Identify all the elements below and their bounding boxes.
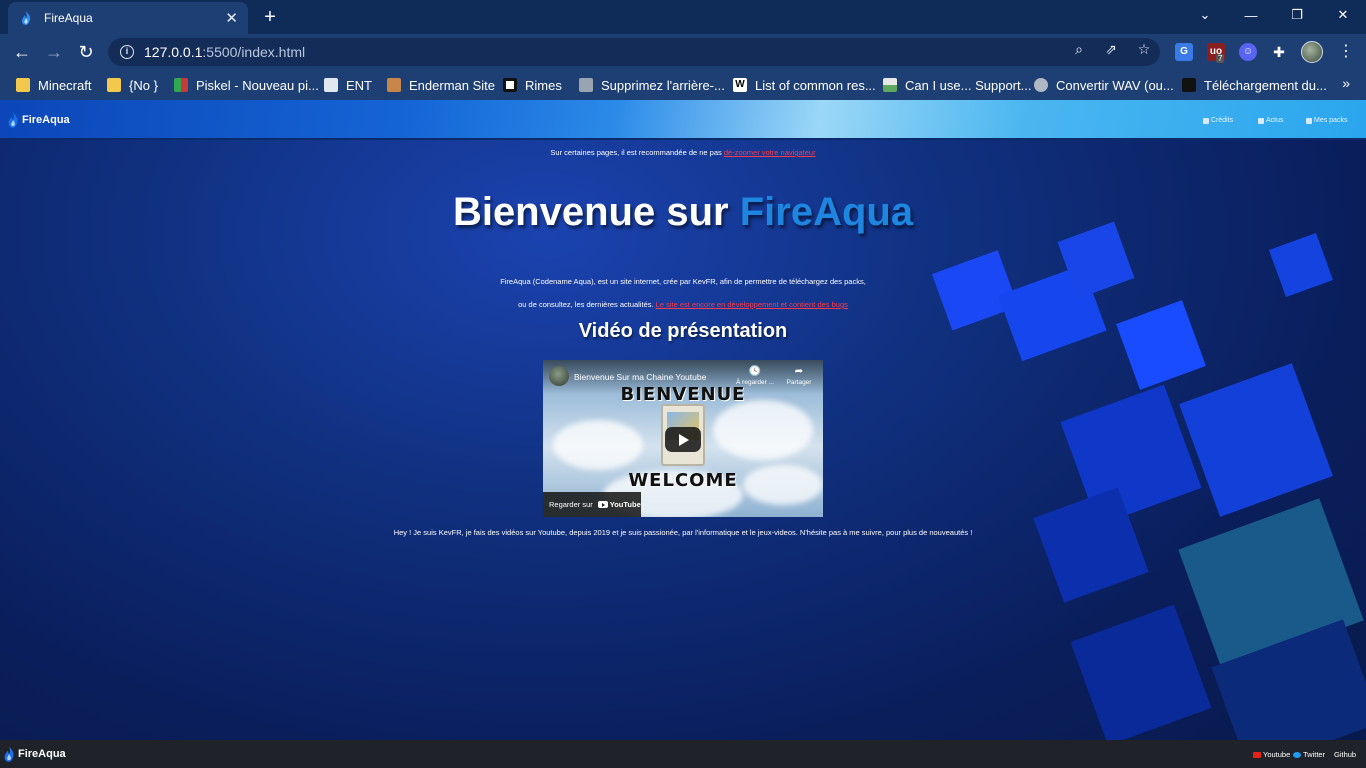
browser-tab[interactable]: FireAqua ✕ — [8, 2, 248, 34]
back-arrow-icon[interactable]: ← — [10, 41, 34, 63]
credits-icon — [1203, 117, 1209, 124]
folder-icon — [16, 78, 30, 92]
twitter-icon — [1293, 751, 1301, 758]
reload-icon[interactable]: ↻ — [74, 41, 98, 63]
forward-arrow-icon[interactable]: → — [42, 41, 66, 63]
clock-icon: 🕓 — [748, 366, 762, 377]
share-video-button[interactable]: ➦ Partager — [777, 366, 821, 386]
restore-button[interactable]: ❐ — [1274, 0, 1320, 30]
piskel-icon — [174, 78, 188, 92]
minimize-button[interactable]: — — [1228, 0, 1274, 30]
youtube-logo: YouTube — [597, 500, 641, 509]
tab-search-icon[interactable]: ⌄ — [1182, 0, 1228, 30]
play-button-icon[interactable] — [665, 427, 701, 452]
news-icon — [1258, 117, 1264, 124]
description-line-1: FireAqua (Codename Aqua), est un site in… — [500, 277, 866, 286]
bookmark-item[interactable]: Téléchargement du... — [1182, 76, 1327, 94]
channel-avatar[interactable] — [549, 366, 569, 386]
welcome-brand: FireAqua — [739, 190, 914, 234]
bookmark-item[interactable]: W List of common res... — [733, 76, 876, 94]
profile-avatar[interactable] — [1301, 41, 1323, 63]
bookmark-item[interactable]: Enderman Site — [387, 76, 495, 94]
convert-icon — [1034, 78, 1048, 92]
tab-title: FireAqua — [44, 11, 93, 25]
wikipedia-icon: W — [733, 78, 747, 92]
bookmark-item[interactable]: Minecraft — [16, 76, 91, 94]
bookmark-item[interactable]: Rimes — [503, 76, 562, 94]
nav-actus[interactable]: Actus — [1258, 117, 1284, 124]
footer-logo-text: FireAqua — [18, 748, 66, 760]
translate-extension-icon[interactable]: G — [1175, 43, 1193, 61]
site-info-icon[interactable]: i — [120, 45, 134, 59]
window-close-button[interactable]: ✕ — [1320, 0, 1366, 30]
footer-github-link[interactable]: Github — [1334, 750, 1356, 759]
tab-close-icon[interactable]: ✕ — [225, 9, 238, 27]
folder-icon — [107, 78, 121, 92]
youtube-play-icon — [597, 501, 608, 508]
ent-icon — [324, 78, 338, 92]
site-logo-text: FireAqua — [22, 114, 70, 126]
nav-credits[interactable]: Crédits — [1203, 117, 1233, 124]
new-tab-button[interactable]: + — [258, 5, 282, 29]
ublock-badge: 7 — [1216, 54, 1225, 63]
download-icon — [1182, 78, 1196, 92]
fireaqua-favicon-icon — [21, 11, 31, 25]
video-text-welcome: WELCOME — [628, 470, 738, 491]
footer-logo[interactable]: FireAqua — [2, 745, 66, 763]
video-channel-title[interactable]: Bienvenue Sur ma Chaine Youtube — [574, 372, 706, 382]
bookmarks-bar: Minecraft {No } Piskel - Nouveau pi... E… — [0, 70, 1366, 100]
watch-later-button[interactable]: 🕓 À regarder ... — [733, 366, 777, 386]
bookmark-item[interactable]: Piskel - Nouveau pi... — [174, 76, 319, 94]
discord-extension-icon[interactable]: ☺ — [1239, 43, 1257, 61]
flame-logo-icon — [8, 112, 18, 128]
video-section-title: Vidéo de présentation — [578, 320, 788, 342]
bookmarks-overflow-icon[interactable]: » — [1342, 75, 1350, 91]
dev-warning-link[interactable]: Le site est encore en développement et c… — [656, 300, 848, 309]
address-bar[interactable]: i 127.0.0.1:5500/index.html — [108, 38, 1160, 66]
zoom-icon[interactable]: ⌕ — [1070, 40, 1088, 58]
youtube-video-embed[interactable]: BIENVENUE WELCOME Bienvenue Sur ma Chain… — [543, 360, 823, 517]
footer-youtube-link[interactable]: Youtube — [1253, 750, 1290, 759]
browser-toolbar: ← → ↻ i 127.0.0.1:5500/index.html ⌕ ⇗ ☆ … — [0, 34, 1366, 70]
rimes-icon — [503, 78, 517, 92]
enderman-icon — [387, 78, 401, 92]
welcome-heading: Bienvenue sur FireAqua — [452, 190, 914, 234]
share-icon[interactable]: ⇗ — [1102, 40, 1120, 58]
zoom-notice: Sur certaines pages, il est recommandée … — [550, 148, 816, 157]
url-host: 127.0.0.1 — [144, 44, 203, 60]
share-arrow-icon: ➦ — [794, 366, 804, 377]
author-bio: Hey ! Je suis KevFR, je fais des vidéos … — [393, 528, 973, 537]
bookmark-item[interactable]: Convertir WAV (ou... — [1034, 76, 1174, 94]
flame-logo-icon — [4, 746, 14, 762]
url-path: :5500/index.html — [202, 44, 306, 60]
watch-on-youtube-button[interactable]: Regarder sur YouTube — [543, 492, 641, 517]
remove-bg-icon — [579, 78, 593, 92]
bookmark-item[interactable]: {No } — [107, 76, 158, 94]
youtube-icon — [1253, 751, 1261, 758]
bookmark-item[interactable]: Supprimez l'arrière-... — [579, 76, 725, 94]
bookmark-star-icon[interactable]: ☆ — [1135, 40, 1153, 58]
bookmark-item[interactable]: ENT — [324, 76, 372, 94]
zoom-notice-link[interactable]: dé-zoomer votre navigateur — [724, 148, 816, 157]
nav-mes-packs[interactable]: Mes packs — [1306, 117, 1347, 124]
site-header: FireAqua Crédits Actus Mes packs — [0, 100, 1366, 140]
footer-twitter-link[interactable]: Twitter — [1293, 750, 1325, 759]
site-footer: FireAqua Youtube Twitter Github — [0, 740, 1366, 768]
site-logo[interactable]: FireAqua — [6, 111, 70, 129]
site-description: FireAqua (Codename Aqua), est un site in… — [0, 270, 1366, 316]
bookmark-item[interactable]: Can I use... Support... — [883, 76, 1031, 94]
caniuse-icon — [883, 78, 897, 92]
packs-icon — [1306, 117, 1312, 124]
web-page: FireAqua Crédits Actus Mes packs Sur cer… — [0, 100, 1366, 768]
extensions-puzzle-icon[interactable]: ✚ — [1270, 43, 1288, 61]
tab-strip: FireAqua ✕ + ⌄ — ❐ ✕ — [0, 0, 1366, 34]
description-line-2: ou de consultez, les dernières actualité… — [518, 300, 848, 309]
browser-menu-icon[interactable]: ⋮ — [1334, 41, 1358, 63]
